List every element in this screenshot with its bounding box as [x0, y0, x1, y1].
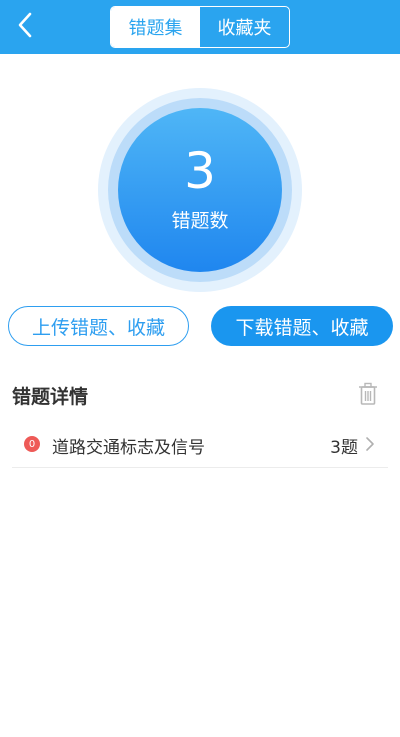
section-title: 错题详情 — [12, 386, 89, 408]
upload-button[interactable]: 上传错题、收藏 — [8, 306, 189, 346]
tab-wrong-questions[interactable]: 错题集 — [111, 7, 200, 47]
wrong-count-circle: 3 错题数 — [98, 88, 302, 292]
back-button[interactable] — [8, 8, 42, 42]
item-title: 道路交通标志及信号 — [52, 438, 205, 458]
wrong-count-label: 错题数 — [171, 209, 229, 232]
circle-core: 3 错题数 — [118, 108, 282, 272]
download-button[interactable]: 下载错题、收藏 — [211, 306, 393, 346]
segment-control: 错题集 收藏夹 — [110, 6, 290, 48]
list-item[interactable]: 0 道路交通标志及信号 3题 — [12, 422, 388, 468]
wrong-count-value: 3 — [184, 141, 216, 200]
chevron-right-icon — [366, 437, 374, 451]
delete-button[interactable] — [357, 382, 379, 406]
item-count: 3题 — [330, 438, 358, 458]
tab-favorites[interactable]: 收藏夹 — [200, 7, 289, 47]
trash-icon — [359, 382, 377, 405]
item-badge: 0 — [24, 436, 40, 452]
back-arrow-icon — [18, 12, 32, 38]
top-bar: 错题集 收藏夹 — [0, 0, 400, 54]
